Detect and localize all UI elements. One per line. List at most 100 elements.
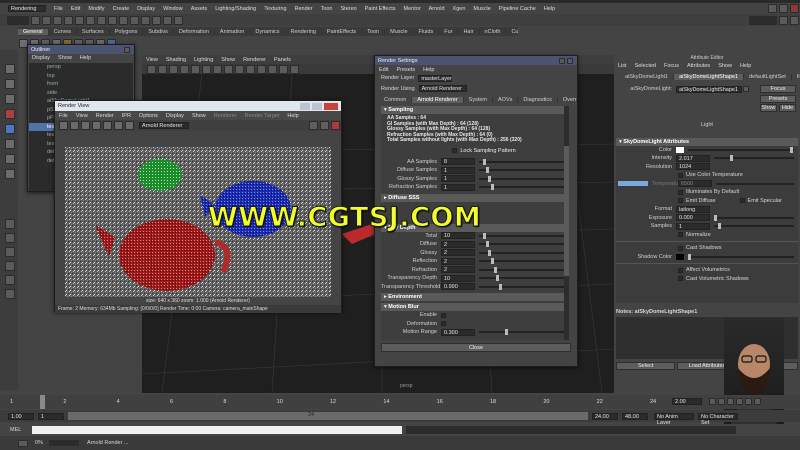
rs-tab-aovs[interactable]: AOVs	[493, 96, 519, 103]
rs-tab-diagnostics[interactable]: Diagnostics	[518, 96, 558, 103]
ray-depth-slider[interactable]	[479, 241, 565, 248]
redo-render-icon[interactable]	[59, 121, 68, 130]
menu-item-create[interactable]: Create	[109, 6, 134, 12]
camera-select-icon[interactable]	[147, 64, 156, 74]
keep-image-icon[interactable]	[309, 121, 318, 130]
outliner-item[interactable]: front	[47, 80, 133, 89]
ray-depth-slider[interactable]	[479, 249, 565, 256]
close-button[interactable]: Close	[381, 343, 571, 352]
shelf-tab-surfaces[interactable]: Surfaces	[77, 28, 110, 35]
ray-depth-slider[interactable]	[479, 283, 565, 290]
time-slider[interactable]: 1 2 4 6 8 10 12 14 16 18 20 22 24 2.00	[0, 395, 800, 409]
channel-box-icon[interactable]	[790, 15, 799, 25]
input-line-field[interactable]	[749, 15, 777, 25]
motion-range-field[interactable]: 0.300	[441, 328, 475, 336]
rs-tab-override[interactable]: Override	[558, 97, 577, 103]
menu-item-help[interactable]: Help	[540, 6, 559, 12]
image-plane-icon[interactable]	[180, 64, 189, 74]
attr-menu-list[interactable]: List	[614, 63, 631, 69]
menu-item-muscle[interactable]: Muscle	[469, 6, 494, 12]
alpha-icon[interactable]	[125, 121, 134, 130]
outliner-titlebar[interactable]: Outliner	[28, 45, 134, 54]
character-set-dropdown[interactable]: No Character Set	[698, 412, 738, 426]
presets-button[interactable]: Presets	[760, 94, 796, 103]
minimize-icon[interactable]	[768, 4, 777, 13]
menu-item-xgen[interactable]: Xgen	[449, 6, 470, 12]
go-to-input-icon[interactable]	[743, 86, 749, 93]
textured-icon[interactable]	[246, 64, 255, 74]
ipr-render-icon[interactable]	[70, 121, 79, 130]
viewport-menu-panels[interactable]: Panels	[270, 57, 295, 63]
render-view-menu-show[interactable]: Show	[188, 113, 210, 119]
rv-close-icon[interactable]	[324, 102, 338, 110]
layout-four-icon[interactable]	[5, 233, 15, 243]
render-region-icon[interactable]	[92, 121, 101, 130]
sampling-field[interactable]: 1	[441, 183, 475, 191]
environment-section[interactable]: ▸ Environment	[381, 293, 569, 301]
emit-diffuse-checkbox[interactable]	[678, 198, 683, 204]
shelf-tab-hair[interactable]: Hair	[458, 28, 480, 35]
skydome-section[interactable]: ▾ SkyDomeLight Attributes	[616, 137, 798, 146]
render-view-menu-view[interactable]: View	[72, 113, 92, 119]
rs-tab-system[interactable]: System	[464, 96, 494, 103]
resolution-field[interactable]: 1024	[676, 163, 710, 171]
shadows-icon[interactable]	[268, 64, 277, 74]
render-using-dropdown[interactable]: Arnold Renderer	[418, 85, 467, 93]
show-button[interactable]: Show	[760, 103, 777, 112]
ray-depth-field[interactable]: 2	[441, 249, 475, 257]
viewport-menu-view[interactable]: View	[142, 57, 162, 63]
render-settings-titlebar[interactable]: Render Settings	[375, 56, 577, 65]
rs-close-icon[interactable]	[567, 57, 573, 64]
go-start-icon[interactable]	[709, 398, 716, 405]
shelf-tab-curves[interactable]: Curves	[49, 28, 77, 35]
sampling-slider[interactable]	[479, 175, 565, 182]
render-view-menu-file[interactable]: File	[55, 113, 72, 119]
shelf-tab-general[interactable]: General	[18, 28, 49, 35]
intensity-field[interactable]: 2.017	[676, 154, 710, 162]
rv-minimize-icon[interactable]	[300, 102, 310, 110]
isolate-icon[interactable]	[279, 64, 288, 74]
node-name-field[interactable]: aiSkyDomeLightShape1	[676, 85, 742, 93]
menu-item-paint-effects[interactable]: Paint Effects	[361, 6, 400, 12]
render-settings-menu-presets[interactable]: Presets	[392, 67, 419, 73]
shelf-tab-rendering[interactable]: Rendering	[286, 28, 322, 35]
shelf-tab-painteffects[interactable]: PaintEffects	[322, 28, 363, 35]
rs-minimize-icon[interactable]	[559, 57, 565, 64]
cast-shadows-checkbox[interactable]	[678, 245, 683, 251]
new-scene-icon[interactable]	[31, 15, 40, 25]
select-hierarchy-icon[interactable]	[64, 15, 73, 25]
outliner-item[interactable]: side	[47, 89, 133, 98]
go-end-icon[interactable]	[754, 398, 761, 405]
enable-checkbox[interactable]	[441, 312, 446, 318]
attr-menu-show[interactable]: Show	[714, 63, 736, 69]
refresh-icon[interactable]	[81, 121, 90, 130]
menu-item-texturing[interactable]: Texturing	[260, 6, 290, 12]
layout-single-icon[interactable]	[5, 219, 15, 229]
render-settings-menu-help[interactable]: Help	[419, 67, 438, 73]
attr-tab-file2[interactable]: file2	[792, 74, 800, 80]
attr-body[interactable]: ▾ SkyDomeLight Attributes Color Intensit…	[616, 137, 798, 303]
cast-vol-shadows-checkbox[interactable]	[678, 276, 683, 282]
attr-menu-help[interactable]: Help	[736, 63, 755, 69]
open-scene-icon[interactable]	[42, 15, 51, 25]
mode-dropdown[interactable]	[7, 15, 29, 25]
rgb-icon[interactable]	[114, 121, 123, 130]
resolution-gate-icon[interactable]	[213, 64, 222, 74]
sidebar-toggle-icon[interactable]	[779, 15, 788, 25]
remove-image-icon[interactable]	[320, 121, 329, 130]
menu-item-arnold[interactable]: Arnold	[425, 6, 449, 12]
viewport-menu-shading[interactable]: Shading	[162, 57, 190, 63]
shelf-tab-dynamics[interactable]: Dynamics	[250, 28, 286, 35]
play-back-icon[interactable]	[727, 398, 734, 405]
sampling-slider[interactable]	[479, 158, 565, 165]
animation-start-field[interactable]: 1	[38, 412, 64, 420]
attr-menu-attributes[interactable]: Attributes	[683, 63, 714, 69]
render-view-menu-renderer[interactable]: Renderer	[210, 113, 241, 119]
lights-icon[interactable]	[257, 64, 266, 74]
film-gate-icon[interactable]	[202, 64, 211, 74]
move-tool-icon[interactable]	[5, 109, 15, 119]
attr-menu-focus[interactable]: Focus	[660, 63, 683, 69]
ray-depth-slider[interactable]	[479, 258, 565, 265]
select-component-icon[interactable]	[86, 15, 95, 25]
menu-item-lighting-shading[interactable]: Lighting/Shading	[211, 6, 260, 12]
